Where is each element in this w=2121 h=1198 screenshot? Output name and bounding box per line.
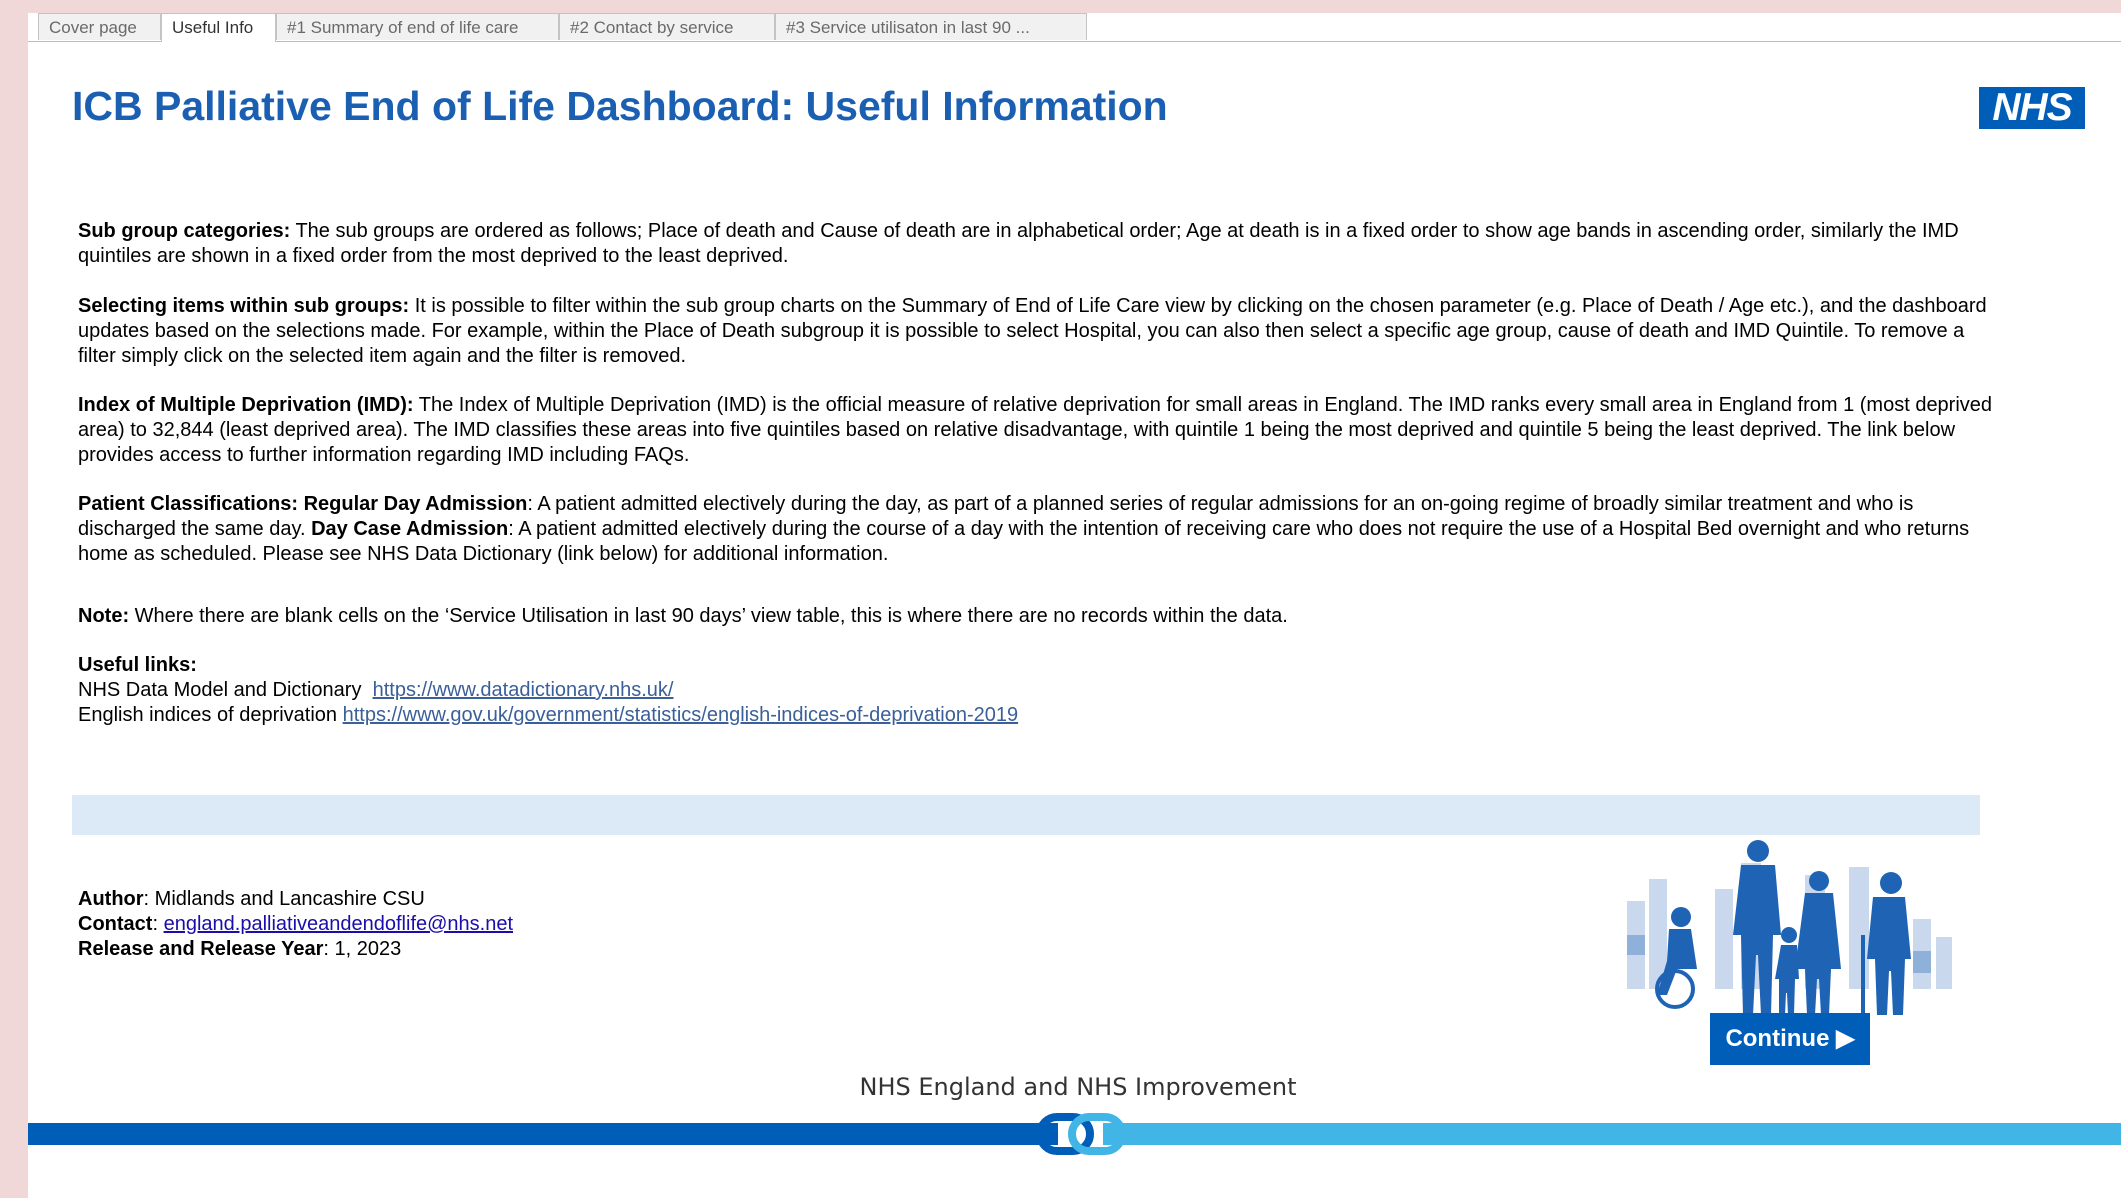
note-body: Where there are blank cells on the ‘Serv…: [129, 605, 1288, 627]
release-value: : 1, 2023: [323, 938, 402, 960]
imd-text: Index of Multiple Deprivation (IMD): The…: [78, 393, 1998, 468]
data-dictionary-label: NHS Data Model and Dictionary: [78, 679, 373, 701]
contact-label: Contact: [78, 913, 153, 935]
author-value: : Midlands and Lancashire CSU: [143, 888, 425, 910]
footer-stripe-dark: [28, 1123, 1058, 1145]
org-name: NHS England and NHS Improvement: [859, 1073, 1297, 1101]
note-heading: Note:: [78, 605, 130, 627]
selecting-items-text: Selecting items within sub groups: It is…: [78, 294, 1998, 369]
patient-heading: Patient Classifications: Regular Day Adm…: [78, 493, 528, 515]
people-illustration-icon: [1627, 840, 1952, 1015]
useful-links-section: Useful links: NHS Data Model and Diction…: [78, 653, 1998, 728]
continue-button[interactable]: Continue ▶: [1710, 1013, 1870, 1065]
tab-service-utilisation[interactable]: #3 Service utilisaton in last 90 ...: [775, 13, 1087, 40]
contact-separator: :: [152, 913, 164, 935]
imd-heading: Index of Multiple Deprivation (IMD):: [78, 394, 414, 416]
linked-rings-icon: [1036, 1113, 1126, 1155]
footer-stripe-light: [1103, 1123, 2121, 1145]
dashboard-page: Cover page Useful Info #1 Summary of end…: [28, 13, 2121, 1198]
subgroup-categories-text: Sub group categories: The sub groups are…: [78, 219, 1998, 269]
tab-useful-info[interactable]: Useful Info: [161, 13, 276, 42]
author-label: Author: [78, 888, 144, 910]
contact-email-link[interactable]: england.palliativeandendoflife@nhs.net: [164, 913, 513, 935]
note-text: Note: Where there are blank cells on the…: [78, 604, 1998, 629]
author-info: Author: Midlands and Lancashire CSU Cont…: [78, 887, 513, 962]
data-dictionary-link[interactable]: https://www.datadictionary.nhs.uk/: [373, 679, 674, 701]
day-case-heading: Day Case Admission: [311, 518, 509, 540]
tab-cover-page[interactable]: Cover page: [38, 13, 161, 40]
tab-summary-end-of-life-care[interactable]: #1 Summary of end of life care: [276, 13, 559, 40]
page-title: ICB Palliative End of Life Dashboard: Us…: [72, 83, 1168, 129]
divider-band: [72, 795, 1980, 835]
nhs-logo: NHS: [1979, 87, 2085, 129]
deprivation-label: English indices of deprivation: [78, 704, 343, 726]
deprivation-link[interactable]: https://www.gov.uk/government/statistics…: [343, 704, 1019, 726]
subgroup-body: The sub groups are ordered as follows; P…: [78, 220, 1959, 267]
sheet-tab-bar: Cover page Useful Info #1 Summary of end…: [28, 13, 2121, 42]
selecting-heading: Selecting items within sub groups:: [78, 295, 410, 317]
useful-links-heading: Useful links:: [78, 654, 197, 676]
patient-classifications-text: Patient Classifications: Regular Day Adm…: [78, 492, 1998, 567]
subgroup-heading: Sub group categories:: [78, 220, 291, 242]
release-label: Release and Release Year: [78, 938, 324, 960]
tab-contact-by-service[interactable]: #2 Contact by service: [559, 13, 775, 40]
